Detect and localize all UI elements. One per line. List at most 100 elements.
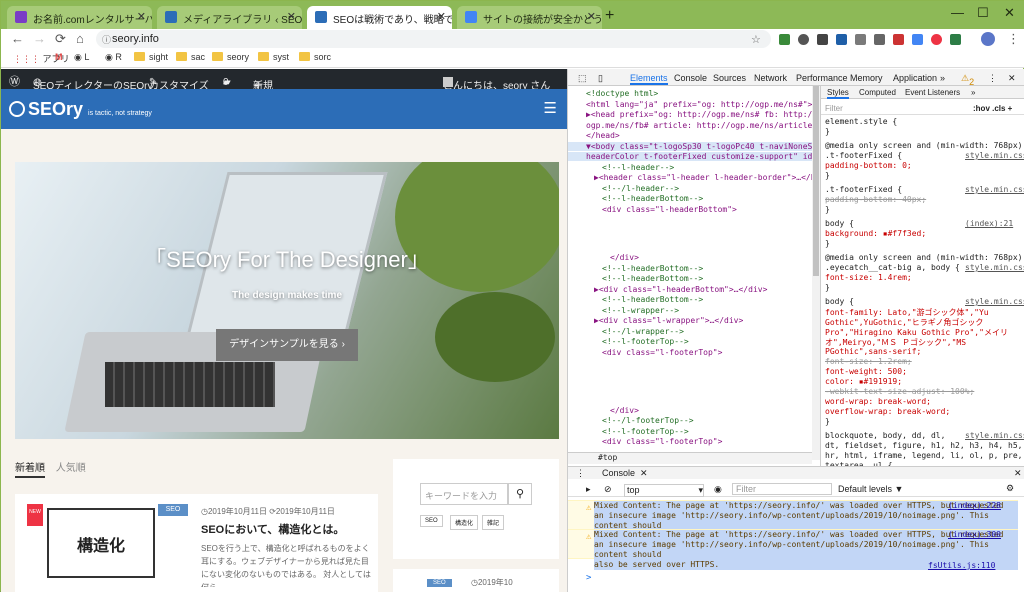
sidebar-toggle-icon[interactable]: ▸ xyxy=(586,484,591,495)
dom-node[interactable]: </div> xyxy=(610,253,639,262)
css-line[interactable]: body { xyxy=(825,219,854,228)
devtools-tab-performance[interactable]: Performance xyxy=(796,73,848,83)
dom-node[interactable]: ▶<header class="l-header l-header-border… xyxy=(594,173,812,182)
css-line[interactable]: } xyxy=(825,127,830,136)
css-line[interactable]: } xyxy=(825,239,830,248)
bookmark-l[interactable]: ◉ L xyxy=(74,52,89,63)
dom-node[interactable]: <!--l-wrapper--> xyxy=(602,306,679,315)
extension-icon[interactable] xyxy=(950,34,961,45)
css-line[interactable]: .eyecatch__cat-big a, body { xyxy=(825,263,960,272)
source-link[interactable]: fsUtils.js:110 xyxy=(928,561,995,570)
browser-menu-icon[interactable]: ⋮ xyxy=(1007,31,1020,47)
browser-tab[interactable]: サイトの接続が安全かどうかを確認✕ xyxy=(457,6,602,29)
console-warning[interactable]: ⚠ Mixed Content: The page at 'https://seo… xyxy=(568,529,1018,570)
reload-icon[interactable]: ⟳ xyxy=(55,31,66,47)
extension-icon[interactable] xyxy=(817,34,828,45)
close-devtools-icon[interactable]: ✕ xyxy=(1008,73,1016,84)
devtools-tab-network[interactable]: Network xyxy=(754,73,787,83)
close-icon[interactable]: ✕ xyxy=(640,468,648,479)
info-icon[interactable]: ⓘ xyxy=(102,33,111,46)
search-input[interactable]: キーワードを入力 xyxy=(420,483,508,505)
inspect-element-icon[interactable]: ⬚ xyxy=(578,73,587,84)
css-line[interactable]: } xyxy=(825,171,830,180)
post-card[interactable]: NEW 構造化 SEO ◷2019年10月11日 ⟳2019年10月11日 SE… xyxy=(15,494,378,592)
more-tabs-icon[interactable]: » xyxy=(971,88,975,97)
gear-icon[interactable]: ⚙ xyxy=(1006,483,1014,494)
css-line[interactable]: hr, html, iframe, legend, li, ol, p, pre… xyxy=(825,451,1022,460)
bookmark-gmail[interactable]: M xyxy=(55,52,63,62)
css-line[interactable]: .t-footerFixed { xyxy=(825,151,902,160)
css-source-link[interactable]: style.min.css:1 xyxy=(965,263,1024,272)
address-bar[interactable]: ⓘ seory.info ☆ xyxy=(96,30,771,48)
clear-console-icon[interactable]: ⊘ xyxy=(604,484,612,495)
css-line[interactable]: background: ▪#f7f3ed; xyxy=(825,229,926,238)
minimize-button[interactable]: — xyxy=(951,5,964,20)
bookmark-star-icon[interactable]: ☆ xyxy=(751,33,761,46)
extension-icon[interactable] xyxy=(779,34,790,45)
bookmark-folder-sac[interactable]: sac xyxy=(176,52,205,62)
forward-icon[interactable]: → xyxy=(33,31,46,46)
bookmark-folder-sorc[interactable]: sorc xyxy=(299,52,331,62)
dom-node[interactable]: <!--l-header--> xyxy=(602,163,674,172)
css-line[interactable]: overflow-wrap: break-word; xyxy=(825,407,950,416)
styles-filter-tools[interactable]: :hov .cls + xyxy=(973,104,1012,113)
extension-icon[interactable] xyxy=(855,34,866,45)
drawer-tab-console[interactable]: Console xyxy=(602,468,635,478)
css-line[interactable]: padding-bottom: 40px; xyxy=(825,195,926,204)
css-source-link[interactable]: style.min.css:1 xyxy=(965,151,1024,160)
drawer-menu-icon[interactable]: ⋮ xyxy=(576,468,585,479)
css-line[interactable]: .t-footerFixed { xyxy=(825,185,902,194)
dom-node[interactable]: <div class="l-footerTop"> xyxy=(602,348,722,357)
css-line[interactable]: } xyxy=(825,205,830,214)
browser-tab[interactable]: SEOは戦術であり、戦略ではない。✕ xyxy=(307,6,452,29)
hamburger-menu-icon[interactable]: ☰ xyxy=(544,99,557,117)
profile-avatar[interactable] xyxy=(981,32,995,46)
dom-node[interactable]: </head> xyxy=(586,131,620,140)
close-tab-icon[interactable]: ✕ xyxy=(287,10,296,23)
css-line[interactable]: -webkit-text-size-adjust: 100%; xyxy=(825,387,974,396)
css-line[interactable]: element.style { xyxy=(825,117,897,126)
dom-node[interactable]: <!--/l-header--> xyxy=(602,184,679,193)
log-levels-select[interactable]: Default levels ▼ xyxy=(838,484,903,494)
browser-tab[interactable]: お名前.comレンタルサーバー コント✕ xyxy=(7,6,152,29)
css-line[interactable]: font-weight: 500; xyxy=(825,367,907,376)
source-link[interactable]: (index):228 xyxy=(948,501,1001,511)
tag-structure[interactable]: 構造化 xyxy=(450,515,479,530)
extension-icon[interactable] xyxy=(836,34,847,45)
dom-node[interactable]: <!--/l-footerTop--> xyxy=(602,416,694,425)
dom-node[interactable]: <!--/l-wrapper--> xyxy=(602,327,684,336)
dom-node[interactable]: ▶<div class="l-wrapper">…</div> xyxy=(594,316,743,325)
css-line[interactable]: } xyxy=(825,283,830,292)
dom-node[interactable]: ▶<div class="l-headerBottom">…</div> xyxy=(594,285,767,294)
tab-popular[interactable]: 人気順 xyxy=(56,463,86,474)
tab-styles[interactable]: Styles xyxy=(827,88,849,99)
post-title[interactable]: SEOにおいて、構造化とは。 xyxy=(201,521,344,537)
css-line[interactable]: font-size: 1.4rem; xyxy=(825,273,912,282)
bookmark-folder-seory[interactable]: seory xyxy=(212,52,249,62)
css-line[interactable]: color: ▪#191919; xyxy=(825,377,902,386)
site-logo[interactable]: SEOry is tactic, not strategy xyxy=(9,99,152,120)
css-line[interactable]: word-wrap: break-word; xyxy=(825,397,931,406)
devtools-tab-elements[interactable]: Elements xyxy=(630,73,668,85)
extension-icon[interactable] xyxy=(798,34,809,45)
source-link[interactable]: (index):300 xyxy=(948,530,1001,540)
extension-icon[interactable] xyxy=(893,34,904,45)
css-line[interactable]: body { xyxy=(825,297,854,306)
dom-node[interactable]: <div class="l-footerTop"> xyxy=(602,437,722,446)
tag-misc[interactable]: 雑記 xyxy=(482,515,505,530)
context-select[interactable]: top ▾ xyxy=(624,484,704,497)
elements-dom-tree[interactable]: <!doctype html> <html lang="ja" prefix="o… xyxy=(568,86,812,460)
css-source-link[interactable]: style.min.css:1 xyxy=(965,431,1024,440)
css-line[interactable]: padding-bottom: 0; xyxy=(825,161,912,170)
browser-tab[interactable]: メディアライブラリ ‹ SEOディレクター✕ xyxy=(157,6,302,29)
dom-node[interactable]: <!--l-headerBottom--> xyxy=(602,194,703,203)
dom-node[interactable]: <div class="l-headerBottom"> xyxy=(602,205,737,214)
dom-node[interactable]: ▼<body class="t-logoSp30 t-logoPc40 t-na… xyxy=(568,141,812,151)
css-source-link[interactable]: (index):21 xyxy=(965,219,1013,228)
maximize-button[interactable]: ☐ xyxy=(977,5,989,21)
dom-node[interactable]: <html lang="ja" prefix="og: http://ogp.m… xyxy=(586,100,812,109)
css-line[interactable]: PGothic",sans-serif; xyxy=(825,347,921,356)
css-line[interactable]: } xyxy=(825,417,830,426)
home-icon[interactable]: ⌂ xyxy=(76,31,84,46)
close-window-button[interactable]: ✕ xyxy=(1004,5,1015,21)
